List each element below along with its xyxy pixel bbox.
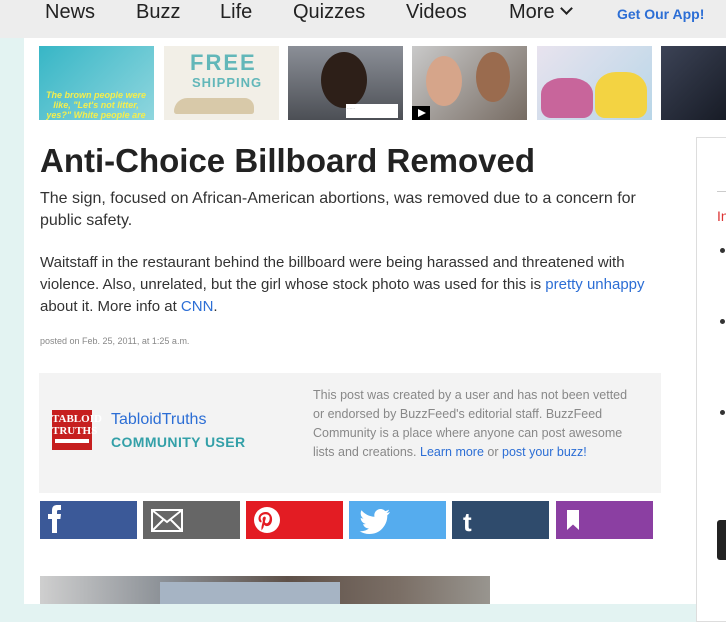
- nav-more[interactable]: More: [509, 0, 573, 24]
- pinterest-icon: [246, 501, 343, 539]
- nav-life[interactable]: Life: [220, 0, 252, 24]
- chevron-down-icon: [559, 2, 573, 15]
- tweet-snippet: ……: [346, 104, 398, 118]
- logo-text-top: TABLOID: [52, 413, 102, 425]
- cake-image: [595, 72, 647, 118]
- top-navigation: News Buzz Life Quizzes Videos More Get O…: [0, 0, 726, 38]
- envelope-icon: [143, 501, 240, 539]
- author-name-link[interactable]: TabloidTruths: [111, 411, 206, 429]
- share-pinterest-button[interactable]: [246, 501, 343, 539]
- main-content: The brown people were like, "Let's not l…: [24, 38, 726, 622]
- twitter-bird-icon: [349, 501, 446, 539]
- body-text-3: .: [213, 298, 218, 315]
- face-image: [476, 52, 510, 102]
- tumblr-icon: t: [452, 501, 549, 539]
- thumbnail-caption: The brown people were like, "Let's not l…: [45, 90, 146, 120]
- sidebar-divider: [717, 191, 726, 192]
- nav-buzz[interactable]: Buzz: [136, 0, 180, 24]
- thumbnail-3[interactable]: ……: [288, 46, 403, 120]
- cnn-link[interactable]: CNN: [181, 298, 214, 315]
- tabloid-truths-logo[interactable]: TABLOID TRUTHS: [52, 410, 102, 450]
- community-note-or: or: [483, 445, 502, 459]
- share-facebook-button[interactable]: [40, 501, 137, 539]
- learn-more-link[interactable]: Learn more: [420, 445, 484, 459]
- post-your-buzz-link[interactable]: post your buzz!: [502, 445, 587, 459]
- article-dek: The sign, focused on African-American ab…: [40, 190, 636, 229]
- bullet-icon: [720, 410, 725, 415]
- thumbnail-4[interactable]: [412, 46, 527, 120]
- bookmark-icon: [556, 501, 653, 539]
- article-title: Anti-Choice Billboard Removed: [40, 142, 536, 179]
- body-text-2: about it. More info at: [40, 298, 181, 315]
- posted-timestamp: posted on Feb. 25, 2011, at 1:25 a.m.: [40, 336, 190, 346]
- share-email-button[interactable]: [143, 501, 240, 539]
- community-user-box: TABLOID TRUTHS TabloidTruths COMMUNITY US…: [39, 373, 661, 493]
- nav-quizzes[interactable]: Quizzes: [293, 0, 365, 24]
- logo-text-bottom: TRUTHS: [52, 425, 98, 437]
- thumbnail-free-text: FREE: [190, 50, 257, 75]
- portrait-image: [321, 52, 367, 108]
- article-photo: [40, 576, 490, 604]
- shoe-image: [174, 98, 254, 114]
- get-app-link[interactable]: Get Our App!: [617, 6, 704, 22]
- share-bookmark-button[interactable]: [556, 501, 653, 539]
- svg-text:t: t: [463, 507, 472, 537]
- bullet-icon: [720, 319, 725, 324]
- thumbnail-2[interactable]: FREE SHIPPING: [164, 46, 279, 120]
- body-text-1: Waitstaff in the restaurant behind the b…: [40, 254, 625, 293]
- sidebar-panel: In: [696, 137, 726, 622]
- pretty-unhappy-link[interactable]: pretty unhappy: [545, 276, 644, 293]
- cake-image: [541, 78, 593, 118]
- billboard-image: [160, 582, 340, 604]
- share-twitter-button[interactable]: [349, 501, 446, 539]
- face-image: [426, 56, 462, 106]
- author-role: COMMUNITY USER: [111, 434, 246, 450]
- nav-news[interactable]: News: [45, 0, 95, 24]
- thumbnail-1[interactable]: The brown people were like, "Let's not l…: [39, 46, 154, 120]
- play-icon: [412, 106, 430, 120]
- thumbnail-5[interactable]: [537, 46, 652, 120]
- bullet-icon: [720, 248, 725, 253]
- nav-more-label: More: [509, 1, 555, 23]
- nav-videos[interactable]: Videos: [406, 0, 467, 24]
- logo-strip: [55, 439, 89, 443]
- thumbnail-shipping-text: SHIPPING: [192, 75, 263, 90]
- community-note: This post was created by a user and has …: [313, 386, 631, 462]
- article-body: Waitstaff in the restaurant behind the b…: [40, 252, 680, 318]
- share-tumblr-button[interactable]: t: [452, 501, 549, 539]
- sidebar-button[interactable]: [717, 520, 726, 560]
- sidebar-heading: In: [717, 208, 726, 224]
- facebook-icon: [40, 501, 137, 539]
- thumbnail-6[interactable]: [661, 46, 726, 120]
